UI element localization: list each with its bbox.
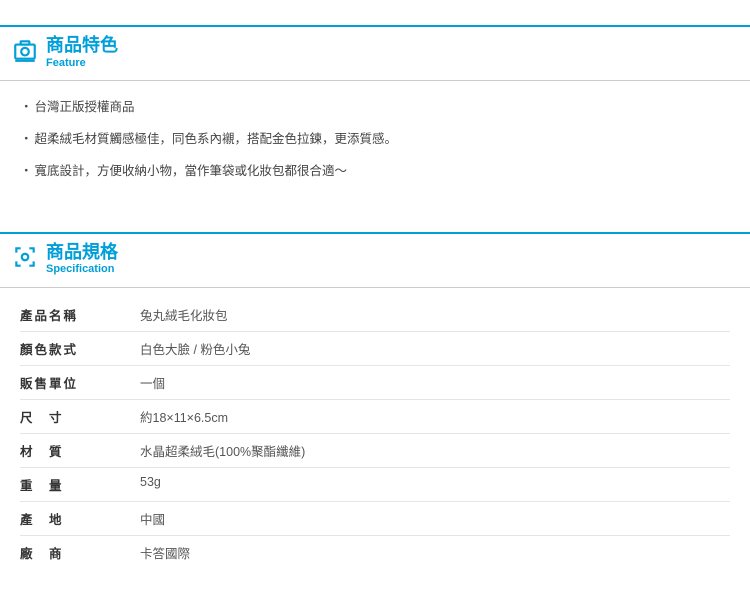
spec-row: 廠 商卡答國際 xyxy=(20,536,730,569)
spec-value: 一個 xyxy=(140,373,730,392)
feature-section: 商品特色 Feature 台灣正版授權商品超柔絨毛材質觸感極佳，同色系內襯，搭配… xyxy=(0,25,750,207)
spec-label: 顏色款式 xyxy=(20,339,140,358)
spec-label: 重 量 xyxy=(20,475,140,494)
spec-value: 卡答國際 xyxy=(140,543,730,562)
spec-value: 約18×11×6.5cm xyxy=(140,407,730,426)
feature-header: 商品特色 Feature xyxy=(0,25,750,80)
spec-value: 兔丸絨毛化妝包 xyxy=(140,305,730,324)
spec-label: 材 質 xyxy=(20,441,140,460)
feature-list: 台灣正版授權商品超柔絨毛材質觸感極佳，同色系內襯，搭配金色拉鍊，更添質感。寬底設… xyxy=(0,91,750,187)
spec-label: 產品名稱 xyxy=(20,305,140,324)
spec-value: 53g xyxy=(140,475,730,494)
feature-titles: 商品特色 Feature xyxy=(46,35,118,70)
spec-row: 尺 寸約18×11×6.5cm xyxy=(20,400,730,434)
spec-value: 水晶超柔絨毛(100%聚酯纖維) xyxy=(140,441,730,460)
feature-body: 台灣正版授權商品超柔絨毛材質觸感極佳，同色系內襯，搭配金色拉鍊，更添質感。寬底設… xyxy=(0,80,750,207)
spec-title-en: Specification xyxy=(46,263,118,276)
spec-label: 廠 商 xyxy=(20,543,140,562)
feature-item: 超柔絨毛材質觸感極佳，同色系內襯，搭配金色拉鍊，更添質感。 xyxy=(20,123,730,155)
spec-row: 材 質水晶超柔絨毛(100%聚酯纖維) xyxy=(20,434,730,468)
feature-title-zh: 商品特色 xyxy=(46,35,118,57)
spec-label: 產 地 xyxy=(20,509,140,528)
feature-item: 台灣正版授權商品 xyxy=(20,91,730,123)
spec-row: 產品名稱兔丸絨毛化妝包 xyxy=(20,298,730,332)
feature-item: 寬底設計，方便收納小物，當作筆袋或化妝包都很合適～ xyxy=(20,155,730,187)
spec-body: 產品名稱兔丸絨毛化妝包顏色款式白色大臉 / 粉色小兔販售單位一個尺 寸約18×1… xyxy=(0,287,750,589)
spec-row: 販售單位一個 xyxy=(20,366,730,400)
spec-table: 產品名稱兔丸絨毛化妝包顏色款式白色大臉 / 粉色小兔販售單位一個尺 寸約18×1… xyxy=(0,298,750,569)
spec-titles: 商品規格 Specification xyxy=(46,242,118,277)
spec-label: 尺 寸 xyxy=(20,407,140,426)
spec-label: 販售單位 xyxy=(20,373,140,392)
camera-icon xyxy=(12,37,38,63)
focus-frame-icon xyxy=(12,244,38,270)
spec-value: 中國 xyxy=(140,509,730,528)
spec-row: 顏色款式白色大臉 / 粉色小兔 xyxy=(20,332,730,366)
spec-title-zh: 商品規格 xyxy=(46,242,118,264)
spec-section: 商品規格 Specification 產品名稱兔丸絨毛化妝包顏色款式白色大臉 /… xyxy=(0,232,750,589)
spec-header: 商品規格 Specification xyxy=(0,232,750,287)
spec-value: 白色大臉 / 粉色小兔 xyxy=(140,339,730,358)
spec-row: 重 量53g xyxy=(20,468,730,502)
feature-title-en: Feature xyxy=(46,57,118,70)
